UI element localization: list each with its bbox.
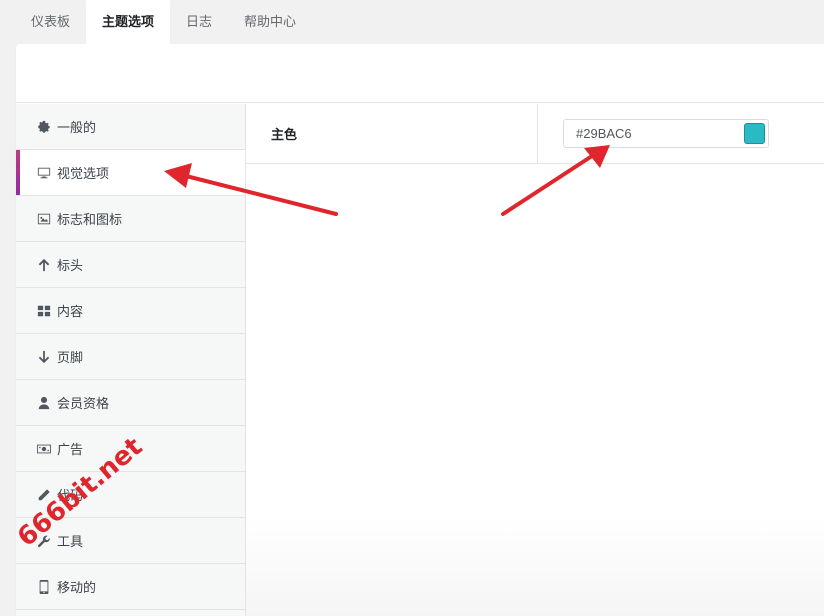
user-icon [37,396,51,410]
color-value: #29BAC6 [576,126,632,141]
sidebar-item-content[interactable]: 内容 [16,288,245,334]
sidebar-item-membership[interactable]: 会员资格 [16,380,245,426]
sidebar-item-label: 广告 [57,443,84,458]
sidebar-item-mobile[interactable]: 移动的 [16,564,245,610]
color-swatch[interactable] [744,123,765,144]
options-content: 主色 #29BAC6 [246,104,824,164]
primary-color-label: 主色 [246,104,538,163]
sidebar-item-label: 移动的 [57,581,97,596]
monitor-icon [37,166,51,180]
tab-bar: 仪表板 主题选项 日志 帮助中心 [15,0,312,44]
arrow-up-icon [37,258,51,272]
grid-icon [37,304,51,318]
sidebar-item-footer[interactable]: 页脚 [16,334,245,380]
image-icon [37,212,51,226]
arrow-down-icon [37,350,51,364]
tab-theme-options[interactable]: 主题选项 [86,0,171,44]
sidebar-item-label: 内容 [57,305,84,320]
sidebar-item-label: 标志和图标 [57,213,123,228]
primary-color-row: 主色 #29BAC6 [246,104,824,164]
primary-color-input[interactable]: #29BAC6 [563,119,769,148]
money-icon [37,442,51,456]
sidebar-item-label: 页脚 [57,351,84,366]
sidebar-item-logo-icons[interactable]: 标志和图标 [16,196,245,242]
options-panel: 一般的 视觉选项 标志和图标 标头 内容 页脚 会员资格 广告 代码 工具 移动… [16,44,824,616]
gear-icon [37,120,51,134]
tab-dashboard[interactable]: 仪表板 [15,0,86,44]
sidebar: 一般的 视觉选项 标志和图标 标头 内容 页脚 会员资格 广告 代码 工具 移动… [16,104,246,616]
sidebar-item-visual-options[interactable]: 视觉选项 [16,150,245,196]
sidebar-item-label: 视觉选项 [57,167,110,182]
sidebar-item-label: 会员资格 [57,397,110,412]
sidebar-item-general[interactable]: 一般的 [16,104,245,150]
mobile-icon [37,579,51,594]
sidebar-item-header[interactable]: 标头 [16,242,245,288]
sidebar-item-label: 工具 [57,535,84,550]
tab-log[interactable]: 日志 [170,0,228,44]
sidebar-item-label: 标头 [57,259,84,274]
tab-help-center[interactable]: 帮助中心 [228,0,312,44]
panel-header [16,44,824,103]
sidebar-item-label: 一般的 [57,121,97,136]
